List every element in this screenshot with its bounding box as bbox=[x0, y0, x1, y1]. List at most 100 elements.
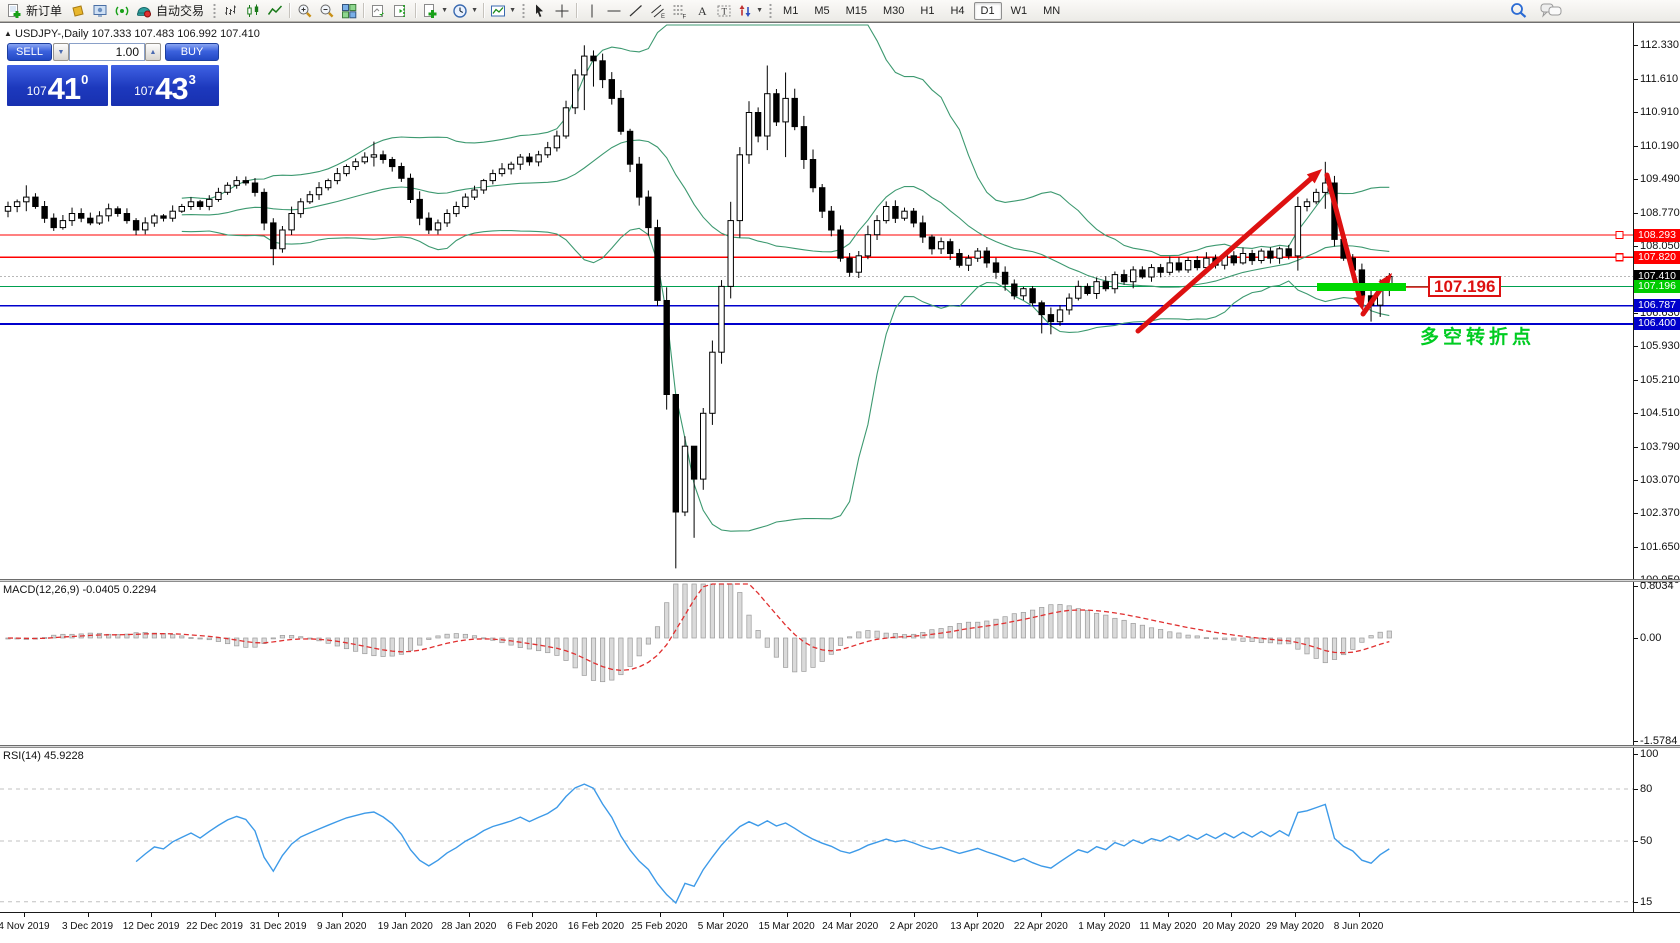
sell-price-tile[interactable]: 107 41 0 bbox=[7, 65, 108, 106]
price-line-label: 108.293 bbox=[1634, 228, 1680, 242]
price-tick: 111.610 bbox=[1633, 73, 1679, 86]
crosshair-icon bbox=[555, 4, 569, 17]
periods-button[interactable]: ▼ bbox=[450, 1, 480, 20]
timeframe-button-MN[interactable]: MN bbox=[1036, 2, 1067, 20]
auto-scroll-button[interactable] bbox=[368, 1, 390, 20]
date-label: 11 May 2020 bbox=[1139, 921, 1197, 932]
pane-separator[interactable] bbox=[0, 579, 1680, 582]
volume-input[interactable] bbox=[69, 43, 145, 61]
line-handle[interactable] bbox=[1615, 253, 1624, 262]
new-order-button[interactable] bbox=[3, 1, 25, 20]
timeframe-button-H4[interactable]: H4 bbox=[943, 2, 971, 20]
auto-trading-button[interactable] bbox=[133, 1, 155, 20]
zoom-out-button[interactable] bbox=[316, 1, 338, 20]
price-tick: 104.510 bbox=[1634, 406, 1680, 419]
timeframe-button-M5[interactable]: M5 bbox=[807, 2, 836, 20]
candlestick-chart-button[interactable] bbox=[242, 1, 264, 20]
price-tick: 110.910 bbox=[1634, 106, 1679, 118]
horizontal-line-button[interactable] bbox=[603, 1, 625, 20]
collapse-icon[interactable]: ▲ bbox=[4, 29, 12, 38]
green-highlight-bar[interactable] bbox=[1317, 283, 1406, 291]
main-price-chart[interactable] bbox=[0, 23, 1633, 580]
date-label: 4 Nov 2019 bbox=[0, 921, 50, 932]
rsi-axis-tick: 50 bbox=[1633, 834, 1653, 847]
date-label: 28 Jan 2020 bbox=[441, 921, 497, 932]
buy-price-tile[interactable]: 107 43 3 bbox=[111, 65, 219, 106]
date-tick bbox=[977, 913, 979, 917]
tile-windows-button[interactable] bbox=[338, 1, 360, 20]
arrows-button[interactable]: ▼ bbox=[735, 1, 765, 20]
price-axis[interactable]: 112.330 111.610 110.910 110.190 109.490 108.7… bbox=[1633, 23, 1680, 912]
crosshair-button[interactable] bbox=[551, 1, 573, 20]
macd-indicator-label: MACD(12,26,9) -0.0405 0.2294 bbox=[3, 584, 157, 596]
templates-button[interactable]: ▼ bbox=[488, 1, 518, 20]
equidistant-channel-button[interactable]: E bbox=[647, 1, 669, 20]
periods-clock-icon bbox=[453, 3, 467, 18]
vertical-line-icon bbox=[591, 4, 593, 17]
date-tick bbox=[1167, 913, 1169, 917]
templates-icon bbox=[491, 5, 506, 16]
trendline-button[interactable] bbox=[625, 1, 647, 20]
auto-trading-label[interactable]: 自动交易 bbox=[156, 2, 204, 19]
sell-button[interactable]: SELL bbox=[7, 43, 52, 61]
chart-window: ▲ USDJPY-,Daily 107.333 107.483 106.992 … bbox=[0, 22, 1680, 942]
timeframe-button-M15[interactable]: M15 bbox=[839, 2, 874, 20]
zoom-in-button[interactable] bbox=[294, 1, 316, 20]
cursor-icon bbox=[536, 4, 544, 17]
fibonacci-button[interactable]: F bbox=[669, 1, 691, 20]
price-annotation-box[interactable]: 107.196 bbox=[1428, 276, 1502, 297]
buy-price-prefix: 107 bbox=[134, 84, 155, 98]
line-chart-icon bbox=[267, 4, 283, 15]
macd-pane[interactable] bbox=[0, 582, 1633, 746]
timeframe-button-M30[interactable]: M30 bbox=[876, 2, 911, 20]
line-chart-button[interactable] bbox=[264, 1, 286, 20]
chart-shift-button[interactable] bbox=[390, 1, 412, 20]
timeframe-button-M1[interactable]: M1 bbox=[776, 2, 805, 20]
timeframe-button-D1[interactable]: D1 bbox=[973, 1, 1002, 20]
chevron-down-icon: ▼ bbox=[509, 7, 516, 14]
bar-chart-button[interactable] bbox=[220, 1, 242, 20]
fibonacci-icon: F bbox=[673, 5, 687, 19]
macd-name: MACD(12,26,9) bbox=[3, 584, 80, 596]
zoom-in-icon bbox=[298, 4, 312, 17]
bar-chart-icon bbox=[225, 5, 237, 15]
date-axis[interactable]: 4 Nov 2019 3 Dec 2019 12 Dec 2019 22 Dec 20… bbox=[0, 912, 1680, 943]
market-button[interactable] bbox=[67, 1, 89, 20]
horizontal-line-icon bbox=[607, 10, 621, 11]
bollinger-lower-band bbox=[181, 227, 1390, 532]
date-label: 22 Apr 2020 bbox=[1013, 921, 1068, 932]
date-tick bbox=[1358, 913, 1360, 917]
turning-point-text[interactable]: 多空转折点 bbox=[1420, 322, 1535, 349]
cursor-button[interactable] bbox=[529, 1, 551, 20]
rsi-axis-tick: 80 bbox=[1633, 783, 1653, 795]
date-label: 8 Jun 2020 bbox=[1333, 921, 1384, 932]
signals-button[interactable] bbox=[111, 1, 133, 20]
sell-price-big: 41 bbox=[47, 71, 81, 106]
date-tick bbox=[786, 913, 788, 917]
toolbar-separator bbox=[289, 3, 292, 18]
timeframe-button-H1[interactable]: H1 bbox=[913, 2, 941, 20]
buy-button[interactable]: BUY bbox=[165, 43, 219, 61]
rsi-pane[interactable] bbox=[0, 748, 1633, 912]
search-icon[interactable] bbox=[1510, 2, 1528, 19]
terminal-button[interactable] bbox=[89, 1, 111, 20]
chat-icon[interactable] bbox=[1540, 2, 1562, 19]
tile-windows-icon bbox=[342, 3, 357, 18]
date-tick bbox=[1104, 913, 1106, 917]
text-label-button[interactable]: T bbox=[713, 1, 735, 20]
text-button[interactable]: A bbox=[691, 1, 713, 20]
svg-text:A: A bbox=[698, 4, 707, 18]
volume-increase-button[interactable]: ▲ bbox=[145, 43, 161, 61]
date-label: 1 May 2020 bbox=[1078, 921, 1131, 932]
date-label: 2 Apr 2020 bbox=[889, 921, 938, 932]
date-label: 16 Feb 2020 bbox=[567, 921, 625, 932]
date-tick bbox=[405, 913, 407, 917]
timeframe-button-W1[interactable]: W1 bbox=[1004, 2, 1035, 20]
pane-separator[interactable] bbox=[0, 745, 1680, 748]
rsi-value: 45.9228 bbox=[43, 750, 84, 762]
indicators-button[interactable]: ▼ bbox=[420, 1, 450, 20]
vertical-line-button[interactable] bbox=[581, 1, 603, 20]
volume-decrease-button[interactable]: ▼ bbox=[53, 43, 69, 61]
new-order-label[interactable]: 新订单 bbox=[26, 2, 62, 19]
line-handle[interactable] bbox=[1615, 230, 1624, 240]
